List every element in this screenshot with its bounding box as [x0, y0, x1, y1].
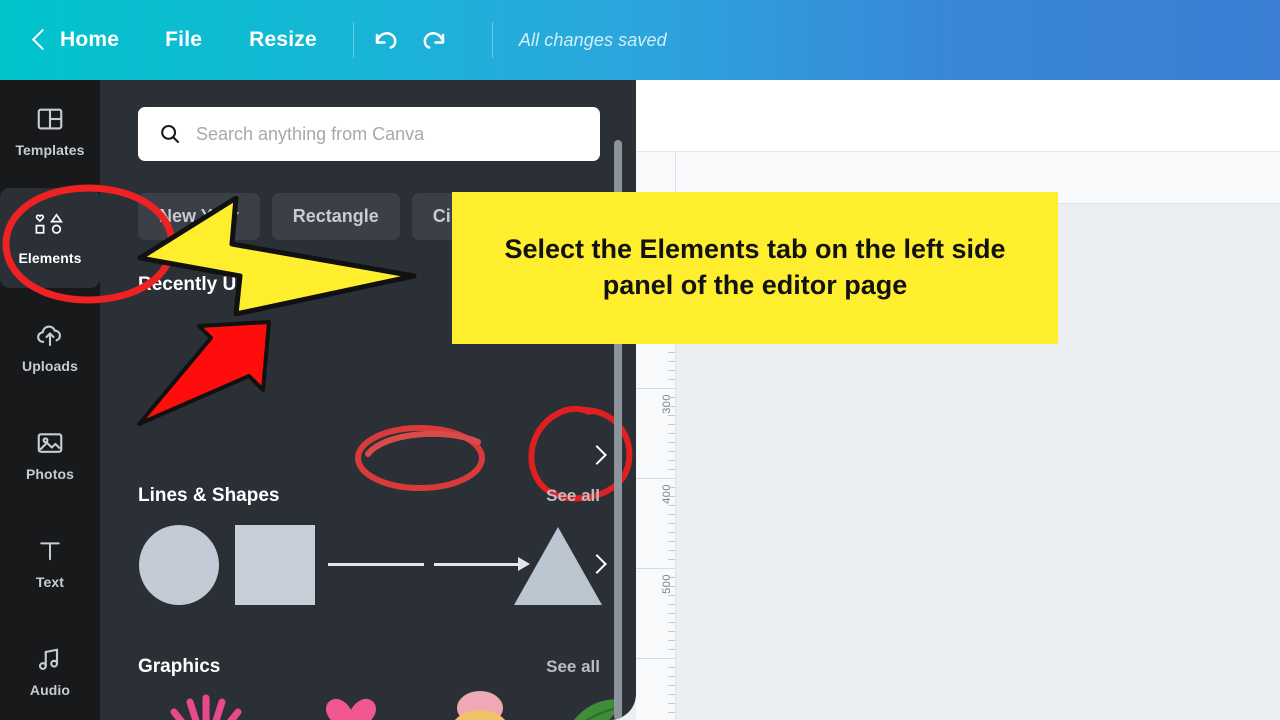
see-all-lines-shapes[interactable]: See all [546, 486, 600, 506]
sidebar-label-audio: Audio [29, 682, 71, 698]
sidebar-label-photos: Photos [25, 466, 75, 482]
search-icon [158, 122, 182, 146]
sidebar-item-text[interactable]: Text [0, 512, 100, 612]
section-header-graphics: Graphics See all [138, 656, 600, 678]
square-shape[interactable] [235, 525, 315, 605]
elements-icon [32, 210, 68, 244]
canva-editor-window: Home File Resize All changes saved 300 4… [0, 0, 1280, 720]
canvas-top-toolbar [636, 80, 1280, 152]
sidebar-label-elements: Elements [18, 250, 82, 266]
see-all-graphics[interactable]: See all [546, 657, 600, 677]
instruction-callout: Select the Elements tab on the left side… [452, 192, 1058, 344]
sidebar-item-photos[interactable]: Photos [0, 404, 100, 504]
chevron-left-icon[interactable] [26, 27, 52, 53]
left-sidebar-rail: Templates Elements Uploads Photos Text A… [0, 80, 100, 720]
chip-rectangle[interactable]: Rectangle [271, 193, 400, 240]
search-input[interactable] [196, 123, 576, 145]
elements-side-panel: New Year Rectangle Circle Recently Used … [100, 80, 636, 720]
section-header-lines-shapes: Lines & Shapes See all [138, 485, 600, 507]
section-title-lines-shapes: Lines & Shapes [138, 485, 280, 506]
sidebar-label-text: Text [35, 574, 65, 590]
arrow-shape-line[interactable] [434, 563, 520, 566]
resize-button[interactable]: Resize [249, 28, 317, 52]
text-t-icon [36, 534, 64, 568]
chip-new-year[interactable]: New Year [138, 193, 260, 240]
sidebar-label-templates: Templates [15, 142, 85, 158]
templates-icon [35, 102, 65, 136]
circle-shape[interactable] [139, 525, 219, 605]
figure-graphic[interactable] [430, 686, 530, 720]
section-title-recently-used: Recently Used [138, 274, 269, 295]
line-shape[interactable] [328, 563, 424, 566]
sidebar-item-templates[interactable]: Templates [0, 80, 100, 180]
home-button[interactable]: Home [60, 28, 119, 52]
file-menu-button[interactable]: File [165, 28, 202, 52]
green-leaf-graphic[interactable] [556, 686, 636, 720]
search-bar[interactable] [138, 107, 600, 161]
sidebar-label-uploads: Uploads [22, 358, 78, 374]
pink-burst-graphic[interactable] [142, 692, 272, 720]
sidebar-item-elements[interactable]: Elements [0, 188, 100, 288]
recently-used-next-arrow-icon[interactable] [585, 445, 607, 467]
top-toolbar: Home File Resize All changes saved [0, 0, 1280, 80]
music-note-icon [35, 642, 65, 676]
sidebar-item-audio[interactable]: Audio [0, 620, 100, 720]
canvas-area: 200 300 400 [636, 80, 1280, 720]
lines-shapes-next-arrow-icon[interactable] [585, 554, 607, 576]
photo-icon [35, 426, 65, 460]
undo-icon[interactable] [364, 17, 410, 63]
save-status-text: All changes saved [518, 29, 667, 50]
redo-icon[interactable] [410, 17, 456, 63]
search-suggestion-chips: New Year Rectangle Circle [138, 193, 504, 240]
pink-heart-graphic[interactable] [296, 692, 406, 720]
toolbar-divider-1 [352, 22, 354, 58]
instruction-callout-text: Select the Elements tab on the left side… [504, 234, 1006, 300]
sidebar-item-uploads[interactable]: Uploads [0, 296, 100, 396]
section-title-graphics: Graphics [138, 656, 221, 677]
upload-cloud-icon [34, 318, 66, 352]
toolbar-divider-2 [491, 22, 493, 58]
